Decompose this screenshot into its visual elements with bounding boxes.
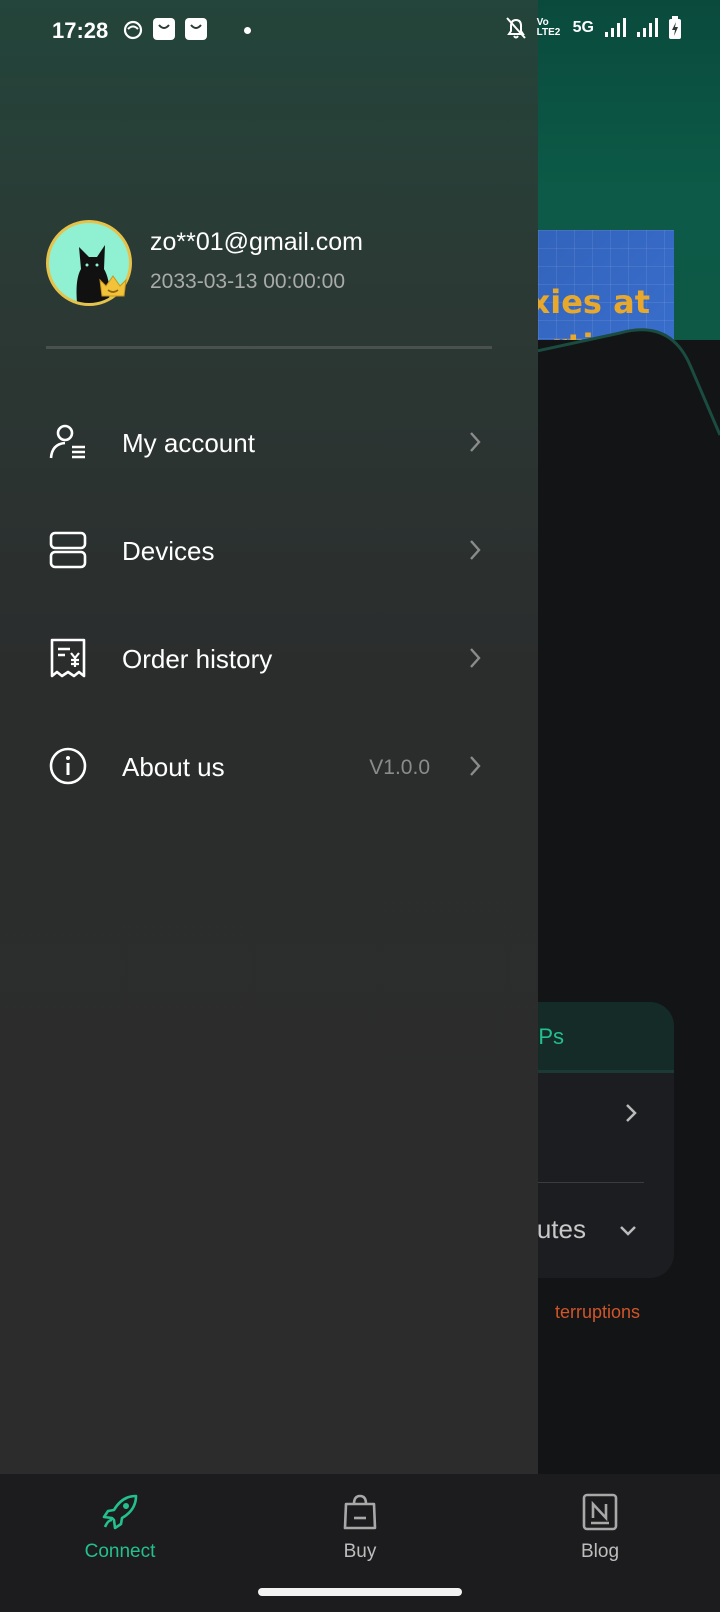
status-time: 17:28 xyxy=(52,18,109,43)
chevron-right-icon xyxy=(470,756,481,776)
chevron-right-icon[interactable] xyxy=(624,1102,638,1124)
nav-tab-blog[interactable]: Blog xyxy=(530,1492,670,1563)
app-version: V1.0.0 xyxy=(369,756,430,779)
menu-item-label: About us xyxy=(122,752,225,782)
app-notification-icon xyxy=(123,20,143,40)
menu-item-devices[interactable]: Devices xyxy=(0,510,538,590)
chevron-down-icon[interactable] xyxy=(618,1224,638,1238)
status-bar: 17:28 Vo LTE2 5G xyxy=(0,0,720,60)
user-list-icon xyxy=(49,424,85,459)
menu-item-label: Order history xyxy=(122,644,273,674)
info-icon xyxy=(49,747,87,785)
nav-tab-label: Connect xyxy=(84,1541,156,1562)
rocket-icon xyxy=(102,1494,138,1530)
menu-item-order-history[interactable]: Order history xyxy=(0,618,538,698)
notification-icons xyxy=(122,17,208,41)
server-icon xyxy=(49,531,87,569)
nav-tab-buy[interactable]: Buy xyxy=(290,1492,430,1563)
chevron-right-icon xyxy=(470,432,481,452)
menu-item-about-us[interactable]: About us V1.0.0 xyxy=(0,726,538,806)
network-type: 5G xyxy=(572,19,594,36)
nav-tab-label: Blog xyxy=(580,1541,620,1562)
profile-divider xyxy=(46,346,492,349)
navigation-drawer: zo**01@gmail.com 2033-03-13 00:00:00 My … xyxy=(0,0,538,1474)
notion-icon xyxy=(582,1493,618,1531)
signal-strength-icon xyxy=(637,18,658,37)
subscription-expiry: 2033-03-13 00:00:00 xyxy=(150,270,345,293)
volte-indicator: Vo LTE2 xyxy=(536,17,561,38)
system-status-icons: Vo LTE2 5G xyxy=(505,16,682,40)
nav-tab-connect[interactable]: Connect xyxy=(50,1492,190,1563)
menu-item-label: My account xyxy=(122,428,255,458)
shopping-bag-notification-icon xyxy=(185,18,207,40)
shopping-bag-icon xyxy=(343,1494,377,1530)
nav-tab-label: Buy xyxy=(343,1541,377,1562)
bell-off-icon xyxy=(505,17,526,39)
crown-icon xyxy=(99,275,127,297)
home-indicator[interactable] xyxy=(258,1588,462,1596)
more-notifications-dot xyxy=(244,27,251,34)
battery-charging-icon xyxy=(669,16,681,39)
signal-strength-icon xyxy=(605,18,626,37)
chevron-right-icon xyxy=(470,540,481,560)
receipt-yen-icon xyxy=(50,638,86,678)
menu-item-label: Devices xyxy=(122,536,215,566)
user-email: zo**01@gmail.com xyxy=(150,228,363,256)
shopping-bag-notification-icon xyxy=(153,18,175,40)
menu-item-my-account[interactable]: My account xyxy=(0,402,538,482)
chevron-right-icon xyxy=(470,648,481,668)
